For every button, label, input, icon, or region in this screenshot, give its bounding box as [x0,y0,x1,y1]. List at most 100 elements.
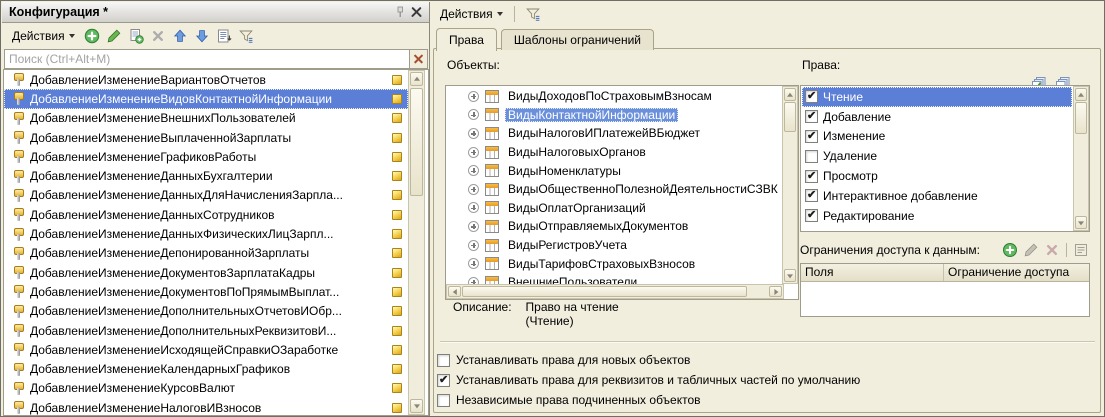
search-input[interactable]: Поиск (Ctrl+Alt+M) [4,49,410,69]
scroll-thumb[interactable] [784,102,796,132]
right-checkbox[interactable] [805,188,818,203]
scroll-thumb[interactable] [462,286,747,297]
move-down-button[interactable] [192,26,212,46]
copy-add-button[interactable] [126,26,146,46]
role-list-item[interactable]: ДобавлениеИзменениеВариантовОтчетов [4,70,408,89]
right-checkbox[interactable] [805,89,818,104]
role-list-item[interactable]: ДобавлениеИзменениеВнешнихПользователей [4,109,408,128]
filter-button-right[interactable] [523,4,543,24]
right-list-item[interactable]: Интерактивное добавление [802,186,1072,206]
restriction-add-button[interactable] [1001,241,1019,259]
right-checkbox[interactable] [805,208,818,223]
role-list-item[interactable]: ДобавлениеИзменениеДанныхСотрудников [4,205,408,224]
object-list-item[interactable]: ВидыНоменклатуры [446,161,782,180]
objects-vscrollbar[interactable] [782,86,798,284]
expand-plus-icon[interactable] [468,258,479,270]
actions-menu-button-right[interactable]: Действия [435,3,508,25]
role-list-item[interactable]: ДобавлениеИзменениеДополнительныхОтчетов… [4,302,408,321]
scroll-down-button[interactable] [1075,216,1087,229]
restriction-template-button[interactable] [1072,241,1090,259]
right-list-item[interactable]: Изменение [802,127,1072,147]
right-list-item[interactable]: Редактирование [802,206,1072,226]
tab-restriction-templates[interactable]: Шаблоны ограничений [500,29,654,50]
object-list-item[interactable]: ВидыОтправляемыхДокументов [446,217,782,236]
actions-menu-button[interactable]: Действия [7,25,80,47]
scroll-up-button[interactable] [410,72,423,86]
object-list-item[interactable]: ВидыОбщественноПолезнойДеятельностиСЗВК [446,180,782,199]
object-list-item[interactable]: ВидыРегистровУчета [446,236,782,255]
expand-plus-icon[interactable] [468,146,479,158]
object-list-item[interactable]: ВидыДоходовПоСтраховымВзносам [446,87,782,106]
right-list-item[interactable]: Добавление [802,107,1072,127]
right-list-item[interactable]: Чтение [802,87,1072,107]
description-line: Право на чтение [525,300,619,314]
tab-rights[interactable]: Права [436,28,497,51]
sort-list-button[interactable] [214,26,234,46]
role-list-item[interactable]: ДобавлениеИзменениеНалоговИВзносов [4,398,408,415]
objects-hscrollbar[interactable] [446,284,784,299]
delete-x-icon [152,31,163,41]
scroll-up-button[interactable] [1075,88,1087,101]
move-up-button[interactable] [170,26,190,46]
expand-plus-icon[interactable] [468,220,479,232]
option-checkbox[interactable] [437,353,450,367]
object-list-item[interactable]: ВидыКонтактнойИнформации [446,106,782,125]
edit-button[interactable] [104,26,124,46]
role-list-item[interactable]: ДобавлениеИзменениеДанныхБухгалтерии [4,166,408,185]
object-label: ВидыКонтактнойИнформации [505,107,679,122]
add-button[interactable] [82,26,102,46]
role-list-item[interactable]: ДобавлениеИзменениеКалендарныхГрафиков [4,359,408,378]
role-list-item[interactable]: ДобавлениеИзменениеИсходящейСправкиОЗара… [4,340,408,359]
right-list-item[interactable]: Удаление [802,146,1072,166]
expand-plus-icon[interactable] [468,109,479,121]
restriction-delete-button[interactable] [1043,241,1061,259]
configurator-window: Конфигурация * Действия Поиск (Ctrl+Alt+… [0,0,1105,417]
role-list-item[interactable]: ДобавлениеИзменениеДокументовПоПрямымВып… [4,282,408,301]
role-list-item[interactable]: ДобавлениеИзменениеВидовКонтактнойИнформ… [4,89,408,109]
object-list-item[interactable]: ВидыНалоговыхОрганов [446,143,782,162]
object-list-item[interactable]: ВидыНалоговИПлатежейВБюджет [446,124,782,143]
option-checkbox[interactable] [437,393,450,407]
role-list-item[interactable]: ДобавлениеИзменениеГрафиковРаботы [4,147,408,166]
scroll-up-button[interactable] [784,88,796,101]
right-list-item[interactable]: Просмотр [802,166,1072,186]
scroll-right-button[interactable] [769,286,782,297]
object-cube-icon [392,151,402,162]
role-list-item[interactable]: ДобавлениеИзменениеДанныхДляНачисленияЗа… [4,186,408,205]
scroll-thumb[interactable] [410,88,423,196]
expand-plus-icon[interactable] [468,239,479,251]
right-checkbox[interactable] [805,109,818,124]
scroll-down-button[interactable] [410,399,423,413]
option-checkbox[interactable] [437,373,450,387]
right-checkbox[interactable] [805,129,818,143]
expand-plus-icon[interactable] [468,127,479,139]
delete-button[interactable] [148,26,168,46]
scroll-down-button[interactable] [784,269,796,282]
right-checkbox[interactable] [805,169,818,183]
rights-scrollbar[interactable] [1073,86,1089,231]
role-list-item[interactable]: ДобавлениеИзменениеДополнительныхРеквизи… [4,321,408,340]
expand-plus-icon[interactable] [468,183,479,195]
restriction-edit-button[interactable] [1022,241,1040,259]
object-list-item[interactable]: ВидыОплатОрганизаций [446,199,782,218]
restrictions-table-body[interactable] [801,282,1089,316]
object-list-item[interactable]: ВидыТарифовСтраховыхВзносов [446,254,782,273]
role-list-item[interactable]: ДобавлениеИзменениеКурсовВалют [4,379,408,398]
move-down-icon [195,30,208,43]
scroll-left-button[interactable] [448,286,461,297]
pin-icon[interactable] [391,4,408,21]
expand-plus-icon[interactable] [468,165,479,177]
roles-scrollbar[interactable] [408,70,425,415]
right-checkbox[interactable] [805,149,818,163]
role-list-item[interactable]: ДобавлениеИзменениеДепонированнойЗарплат… [4,244,408,263]
scroll-thumb[interactable] [1075,102,1087,134]
role-list-item[interactable]: ДобавлениеИзменениеВыплаченнойЗарплаты [4,128,408,147]
expand-plus-icon[interactable] [468,90,479,102]
close-panel-button[interactable] [408,4,425,21]
role-label: ДобавлениеИзменениеДокументовПоПрямымВып… [30,284,340,299]
expand-plus-icon[interactable] [468,202,479,214]
role-list-item[interactable]: ДобавлениеИзменениеДокументовЗарплатаКад… [4,263,408,282]
filter-button[interactable] [236,26,256,46]
search-clear-button[interactable] [410,49,428,69]
role-list-item[interactable]: ДобавлениеИзменениеДанныхФизическихЛицЗа… [4,224,408,243]
